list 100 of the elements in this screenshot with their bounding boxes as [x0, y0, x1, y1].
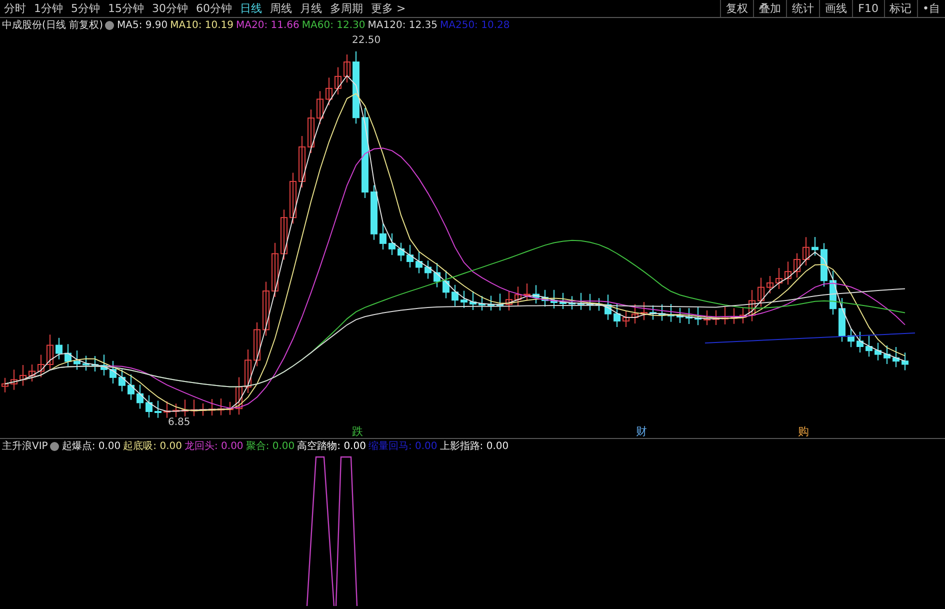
candlestick — [740, 307, 746, 324]
period-tab[interactable]: 分时 — [0, 0, 30, 17]
candlestick — [226, 401, 234, 416]
candlestick — [568, 296, 576, 310]
candlestick — [388, 232, 396, 256]
candlestick — [452, 284, 458, 307]
candlestick — [496, 293, 504, 312]
toolbar-button[interactable]: 画线 — [819, 0, 852, 17]
candlestick — [74, 350, 80, 370]
candlestick — [542, 289, 548, 308]
candlestick — [272, 242, 278, 298]
legend-value: 聚合: 0.00 — [246, 440, 295, 454]
period-tab[interactable]: 5分钟 — [67, 0, 104, 17]
candlestick — [326, 77, 332, 106]
signal-label: 跌 — [352, 425, 363, 438]
candlestick — [434, 262, 440, 288]
period-tab[interactable]: 更多 > — [367, 0, 410, 17]
candlestick — [208, 398, 216, 416]
candlestick — [686, 308, 692, 325]
toolbar-button[interactable]: 标记 — [884, 0, 916, 17]
candlestick — [182, 399, 188, 417]
candlestick — [218, 398, 224, 416]
settings-icon[interactable] — [50, 442, 60, 451]
high-price-label: 22.50 — [352, 35, 381, 46]
candlestick — [118, 368, 126, 392]
toolbar-button[interactable]: F10 — [852, 0, 884, 17]
candlestick — [784, 261, 792, 286]
candlestick — [596, 298, 602, 312]
candlestick — [442, 270, 450, 299]
candlestick — [2, 377, 8, 393]
candlestick — [56, 337, 62, 360]
candlestick — [478, 296, 486, 311]
candlestick — [632, 304, 638, 324]
period-tab[interactable]: 30分钟 — [148, 0, 192, 17]
candlestick — [316, 90, 324, 125]
candlestick — [884, 345, 890, 364]
candlestick — [794, 252, 800, 278]
candlestick — [20, 364, 26, 386]
candlestick — [38, 354, 44, 378]
candlestick — [424, 260, 432, 280]
candlestick — [892, 346, 900, 368]
candlestick — [488, 295, 494, 311]
period-tab[interactable]: 1分钟 — [30, 0, 67, 17]
low-price-label: 6.85 — [168, 417, 190, 428]
candlestick — [470, 290, 476, 310]
toolbar-button[interactable]: 统计 — [786, 0, 820, 17]
candlestick — [614, 302, 620, 328]
candlestick — [802, 236, 810, 266]
candlestick — [902, 352, 908, 371]
candlestick — [172, 403, 180, 418]
candlestick — [398, 242, 404, 262]
period-tab[interactable]: 15分钟 — [104, 0, 148, 17]
candlestick — [128, 374, 134, 400]
candlestick — [586, 293, 594, 311]
candlestick — [308, 108, 314, 154]
candlestick — [82, 355, 90, 372]
chart-title: 中成股份(日线 前复权) — [2, 18, 103, 33]
settings-icon[interactable] — [105, 21, 114, 30]
period-tab[interactable]: 周线 — [266, 0, 296, 17]
candlestick — [406, 244, 414, 268]
toolbar-button[interactable]: 叠加 — [753, 0, 786, 17]
legend-value: 起底吸: 0.00 — [123, 440, 182, 454]
legend-value: 缩量回马: 0.00 — [368, 440, 438, 454]
candlestick — [604, 294, 612, 320]
legend-value: 高空踏物: 0.00 — [297, 440, 366, 454]
candlestick — [110, 360, 116, 384]
candlestick — [154, 400, 162, 418]
candlestick — [164, 400, 170, 418]
candlestick — [10, 369, 18, 390]
candlestick — [820, 242, 828, 288]
candlestick — [514, 286, 522, 306]
candlestick — [704, 310, 710, 326]
toolbar-button[interactable]: 复权 — [720, 0, 754, 17]
candlestick — [776, 268, 782, 290]
candlestick — [694, 306, 702, 326]
candlestick — [460, 290, 468, 309]
candlestick — [856, 331, 864, 354]
toolbar-button[interactable]: •自 — [916, 0, 945, 17]
candlestick — [676, 307, 684, 324]
period-tab[interactable]: 多周期 — [326, 0, 367, 17]
candlestick — [506, 290, 512, 312]
candlestick — [578, 292, 584, 310]
legend-value: MA20: 11.66 — [236, 19, 300, 33]
candlestick — [136, 384, 144, 410]
candlestick — [650, 304, 656, 320]
candlestick — [344, 54, 350, 83]
candlestick — [46, 334, 54, 372]
candlestick — [758, 277, 764, 308]
legend-value: MA120: 12.35 — [368, 19, 438, 33]
candlestick — [622, 310, 630, 328]
candlestick — [254, 322, 260, 367]
candlestick — [838, 298, 846, 342]
candlestick — [100, 354, 108, 376]
candlestick — [668, 303, 674, 322]
period-tab[interactable]: 60分钟 — [192, 0, 236, 17]
period-tab[interactable]: 日线 — [236, 0, 266, 17]
candlestick — [334, 66, 342, 95]
candlestick — [560, 292, 566, 310]
candlestick — [722, 306, 728, 325]
period-tab[interactable]: 月线 — [296, 0, 326, 17]
